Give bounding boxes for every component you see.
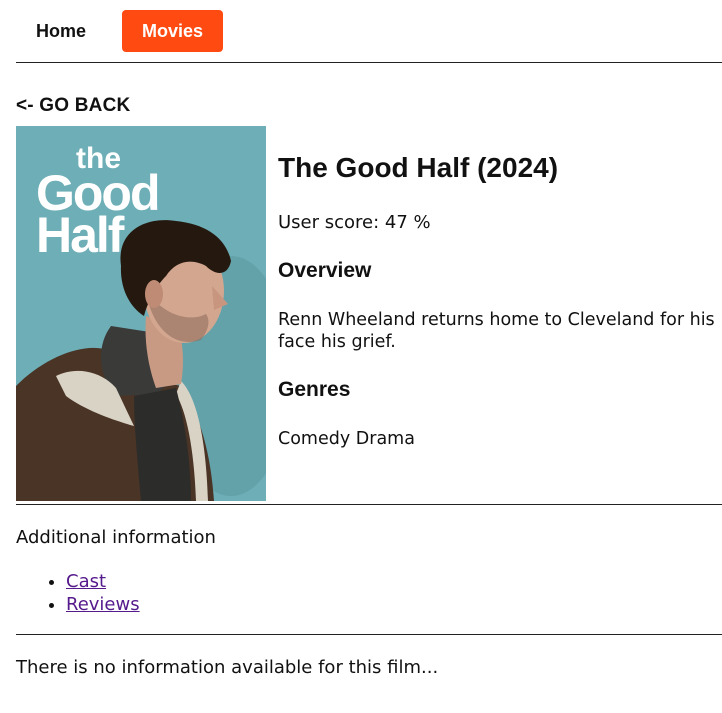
cast-link[interactable]: Cast	[66, 571, 106, 592]
additional-divider	[16, 634, 722, 635]
details-divider	[16, 504, 722, 505]
list-item: Cast	[66, 570, 140, 593]
movie-title: The Good Half (2024)	[278, 152, 559, 183]
poster-image: the Good Half	[16, 126, 266, 501]
poster-title-half: Half	[36, 207, 125, 263]
additional-info-heading: Additional information	[16, 527, 216, 548]
no-info-message: There is no information available for th…	[16, 657, 439, 678]
overview-line-1: Renn Wheeland returns home to Cleveland …	[278, 310, 715, 330]
additional-info-links: Cast Reviews	[16, 570, 140, 616]
main-nav: Home Movies	[16, 9, 722, 53]
list-item: Reviews	[66, 593, 140, 616]
go-back-link[interactable]: <- GO BACK	[16, 95, 130, 117]
overview-heading: Overview	[278, 259, 372, 282]
overview-text: Renn Wheeland returns home to Cleveland …	[278, 309, 722, 353]
nav-movies-link[interactable]: Movies	[122, 10, 224, 52]
movie-poster: the Good Half	[16, 126, 266, 501]
nav-divider	[16, 62, 722, 63]
genres-list: Comedy Drama	[278, 429, 415, 449]
overview-line-2: face his grief.	[278, 332, 396, 352]
reviews-link[interactable]: Reviews	[66, 594, 140, 615]
nav-home-link[interactable]: Home	[16, 10, 106, 52]
genres-heading: Genres	[278, 378, 351, 401]
user-score: User score: 47 %	[278, 212, 431, 233]
